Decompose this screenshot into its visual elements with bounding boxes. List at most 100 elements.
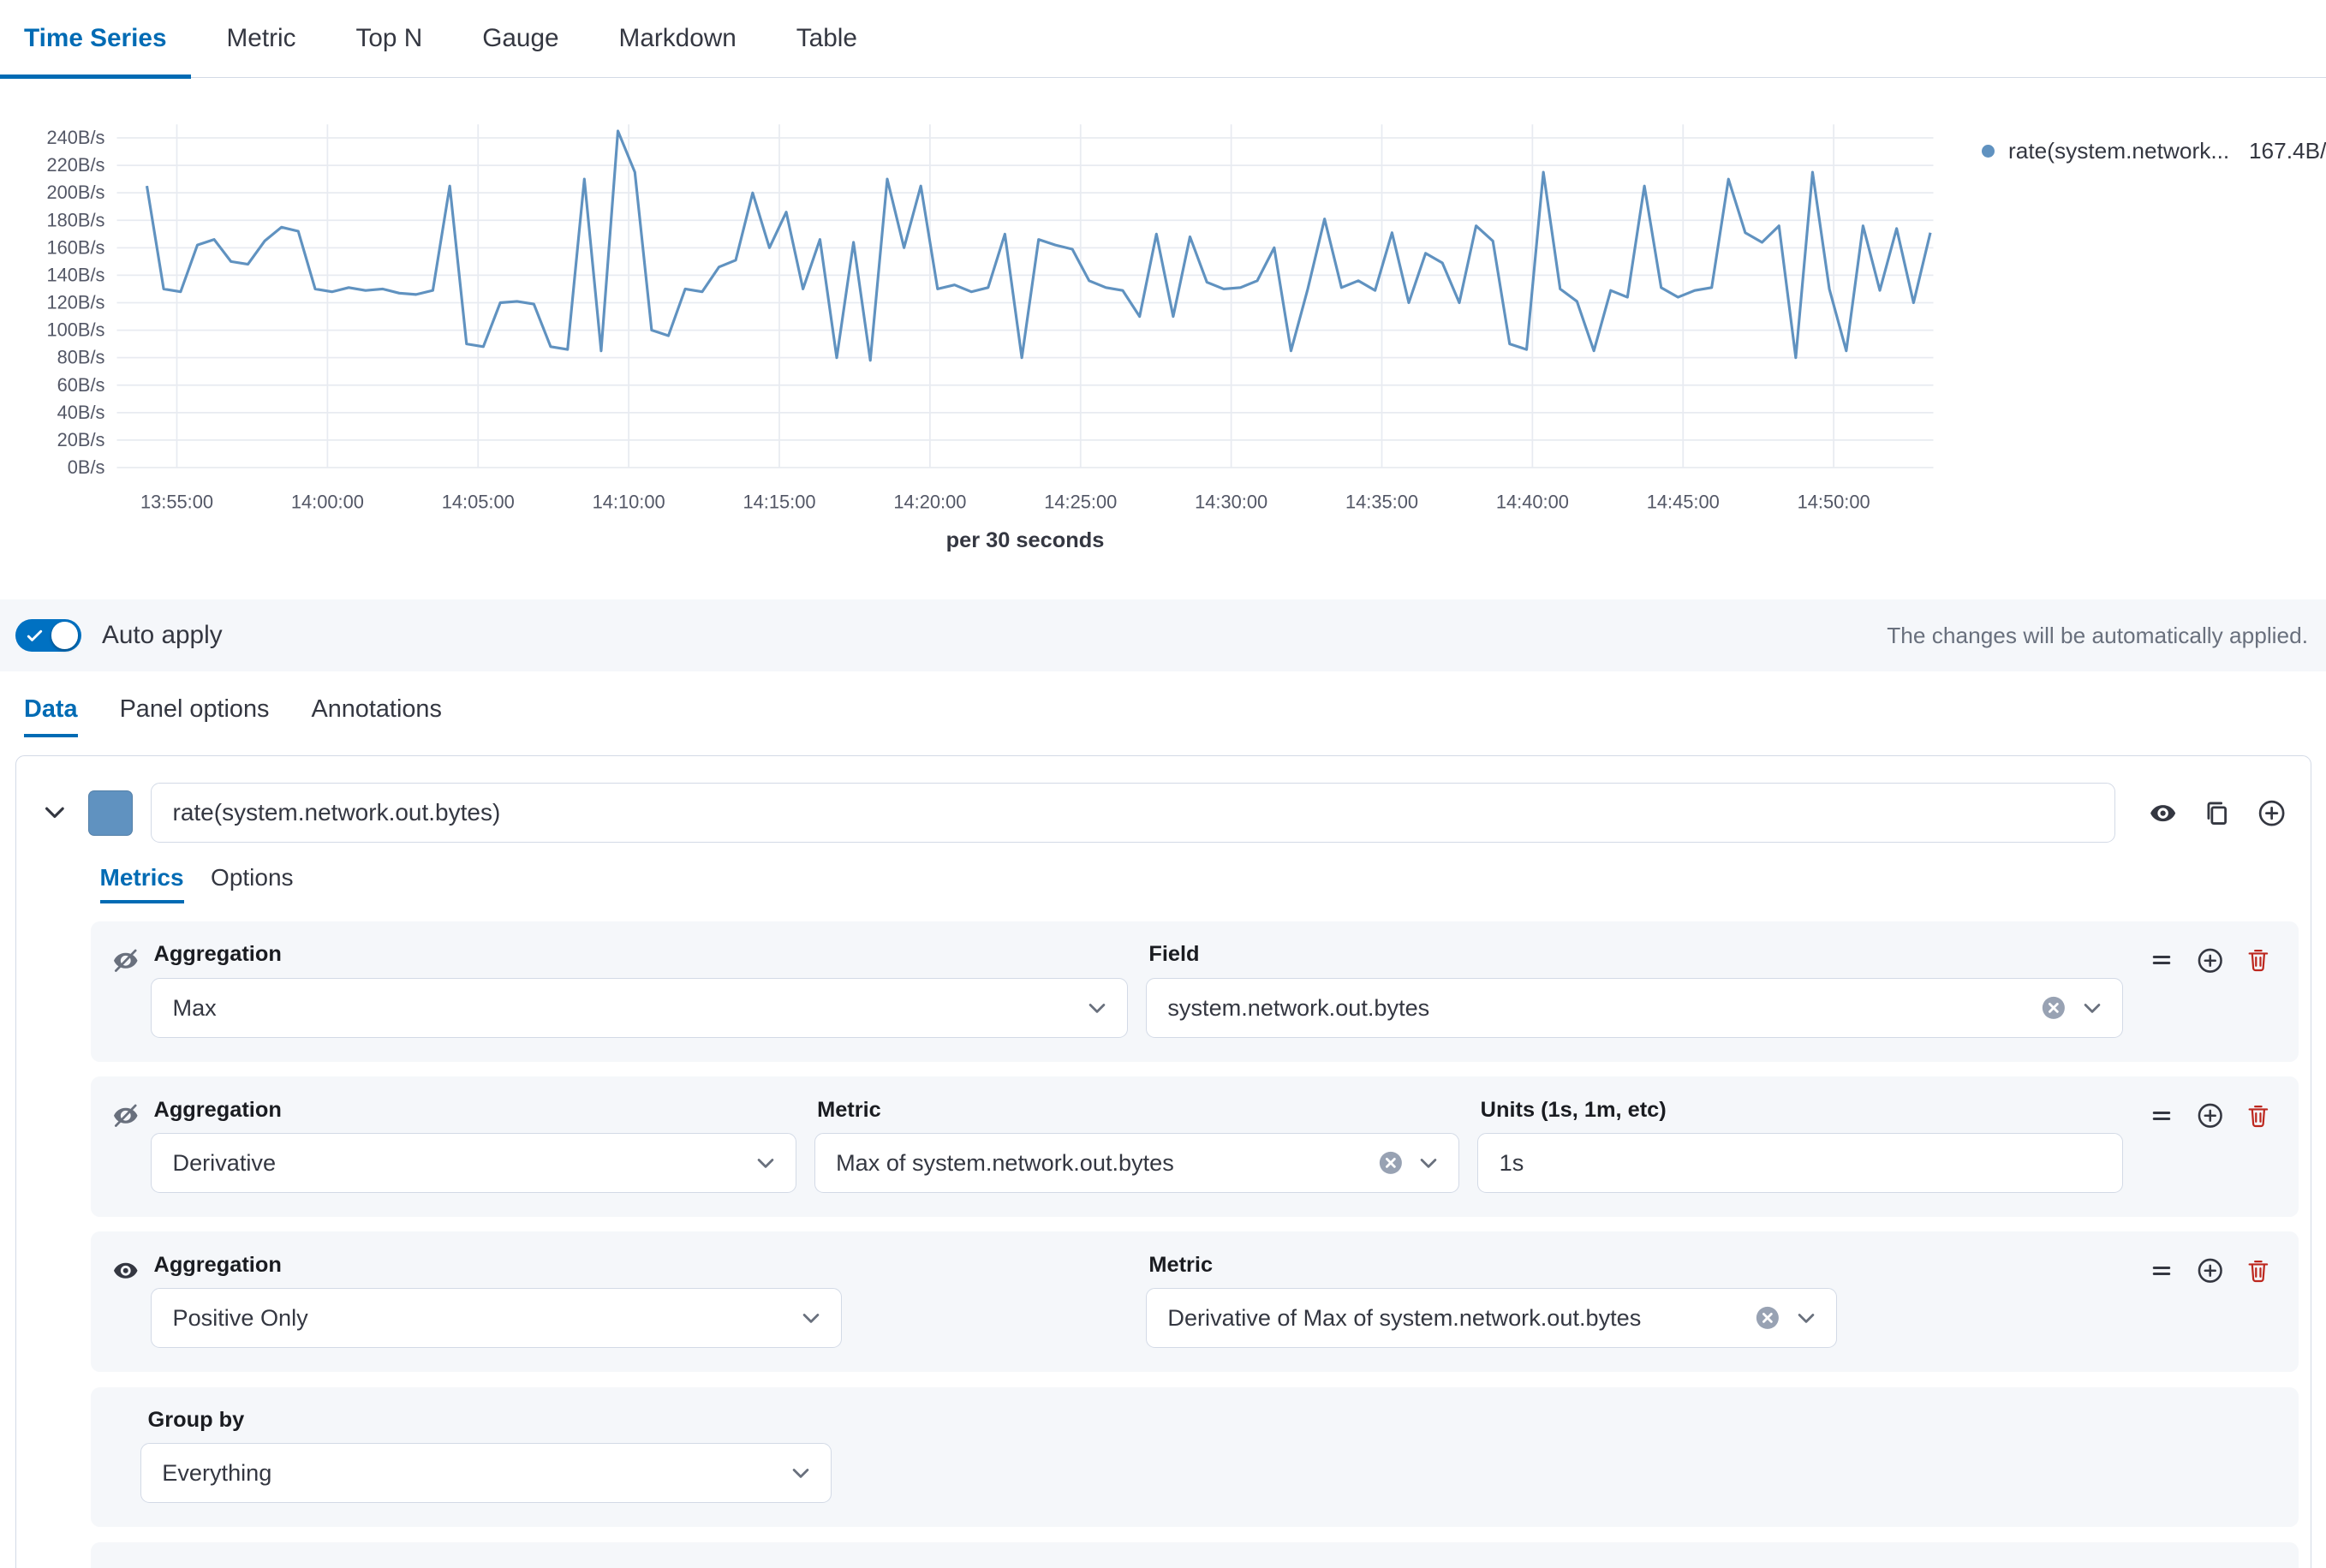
tab-top-n[interactable]: Top N <box>332 0 447 77</box>
eye-slash-icon <box>112 1102 140 1193</box>
series-header-actions <box>2149 799 2287 827</box>
metric-combobox-value: Max of system.network.out.bytes <box>836 1149 1364 1177</box>
metric-combobox-value: Derivative of Max of system.network.out.… <box>1167 1304 1741 1332</box>
delete-metric-button[interactable] <box>2245 947 2271 975</box>
plus-circle-icon <box>2197 1257 2224 1285</box>
y-axis-label: 40B/s <box>57 402 105 423</box>
tab-annotations[interactable]: Annotations <box>311 695 441 737</box>
metric-combobox[interactable]: Max of system.network.out.bytes <box>814 1133 1460 1193</box>
aggregation-label: Aggregation <box>154 942 1128 967</box>
y-axis-label: 220B/s <box>46 154 104 176</box>
field-combobox-value: system.network.out.bytes <box>1167 994 2027 1022</box>
tab-markdown[interactable]: Markdown <box>595 0 760 77</box>
delete-metric-button[interactable] <box>2245 1257 2271 1285</box>
clone-series-button[interactable] <box>2204 799 2231 827</box>
field-label: Field <box>1148 942 2122 967</box>
series-label-input[interactable] <box>151 783 2115 843</box>
x-axis-label: 14:15:00 <box>743 491 815 512</box>
row-actions <box>2150 947 2271 975</box>
aggregation-field: Aggregation Positive Only <box>151 1253 1128 1348</box>
units-input[interactable] <box>1477 1133 2123 1193</box>
plus-circle-icon <box>2257 799 2286 827</box>
add-series-button[interactable] <box>2257 799 2286 827</box>
group-by-row: Group by Everything <box>91 1387 2299 1528</box>
tab-data[interactable]: Data <box>24 695 78 737</box>
aggregation-select[interactable]: Positive Only <box>151 1288 842 1348</box>
x-axis-label: 14:45:00 <box>1647 491 1720 512</box>
series-panel: Metrics Options Aggregation Max <box>15 755 2311 1568</box>
plus-circle-icon <box>2197 1102 2224 1130</box>
tab-table[interactable]: Table <box>772 0 881 77</box>
chevron-down-icon <box>1794 1306 1818 1330</box>
tab-metric[interactable]: Metric <box>203 0 320 77</box>
add-metric-button[interactable] <box>2197 1102 2224 1130</box>
copy-icon <box>2204 800 2231 827</box>
interval-label: per 30 seconds <box>946 528 1105 552</box>
x-axis-label: 14:30:00 <box>1195 491 1267 512</box>
chevron-down-icon <box>799 1306 823 1330</box>
metric-label: Metric <box>1148 1253 2122 1278</box>
row-actions <box>2150 1102 2271 1130</box>
drag-handle-icon[interactable] <box>2150 1102 2174 1130</box>
tsvb-editor: Time Series Metric Top N Gauge Markdown … <box>0 0 2326 1568</box>
aggregation-select-value: Derivative <box>173 1149 740 1177</box>
eye-icon <box>2149 799 2177 827</box>
x-axis-label: 14:10:00 <box>593 491 665 512</box>
drag-handle-icon[interactable] <box>2150 947 2174 975</box>
field-combobox[interactable]: system.network.out.bytes <box>1146 978 2123 1038</box>
aggregation-field: Aggregation Max <box>151 942 1128 1037</box>
aggregation-row-1: Aggregation Max Field system.network.out… <box>91 921 2299 1062</box>
clear-icon[interactable] <box>1378 1150 1404 1176</box>
tab-metrics[interactable]: Metrics <box>100 864 184 903</box>
chevron-down-icon <box>42 800 68 826</box>
series-color-swatch[interactable] <box>88 790 134 836</box>
delete-metric-button[interactable] <box>2245 1102 2271 1130</box>
visualization-type-tabs: Time Series Metric Top N Gauge Markdown … <box>0 0 2326 78</box>
time-series-chart: 0B/s20B/s40B/s60B/s80B/s100B/s120B/s140B… <box>0 78 1964 575</box>
tab-panel-options[interactable]: Panel options <box>120 695 270 737</box>
y-axis-label: 240B/s <box>46 127 104 148</box>
auto-apply-help-text: The changes will be automatically applie… <box>1887 623 2308 649</box>
eye-slash-icon <box>112 947 140 1038</box>
x-axis-label: 14:40:00 <box>1496 491 1569 512</box>
tab-time-series[interactable]: Time Series <box>0 0 191 77</box>
x-axis-label: 14:50:00 <box>1798 491 1870 512</box>
aggregation-select[interactable]: Max <box>151 978 1128 1038</box>
toggle-series-visibility-button[interactable] <box>2149 799 2177 827</box>
auto-apply-label: Auto apply <box>102 621 223 650</box>
clear-icon[interactable] <box>2041 995 2067 1021</box>
y-axis-label: 0B/s <box>68 456 105 478</box>
chart-legend[interactable]: rate(system.network... 167.4B/s <box>1982 138 2326 164</box>
legend-label: rate(system.network... <box>2008 138 2229 164</box>
group-by-label: Group by <box>148 1408 2275 1433</box>
y-axis-label: 200B/s <box>46 182 104 203</box>
aggregation-row-2: Aggregation Derivative Metric Max of sys… <box>91 1076 2299 1217</box>
collapse-series-button[interactable] <box>40 800 70 826</box>
series-sub-tabs: Metrics Options <box>100 864 2299 903</box>
drag-handle-icon[interactable] <box>2150 1257 2174 1285</box>
tab-options[interactable]: Options <box>211 864 294 903</box>
add-metric-button[interactable] <box>2197 1257 2224 1285</box>
add-metric-button[interactable] <box>2197 947 2224 975</box>
group-by-select[interactable]: Everything <box>140 1443 832 1503</box>
plus-circle-icon <box>2197 947 2224 975</box>
chevron-down-icon <box>754 1151 778 1175</box>
y-axis-label: 100B/s <box>46 319 104 341</box>
series-body: Metrics Options Aggregation Max <box>91 864 2299 1568</box>
metric-field: Metric Derivative of Max of system.netwo… <box>1146 1253 2123 1348</box>
series-header <box>16 756 2311 864</box>
y-axis-label: 20B/s <box>57 429 105 450</box>
units-field: Units (1s, 1m, etc) <box>1477 1098 2123 1193</box>
chevron-down-icon <box>1085 996 1109 1020</box>
auto-apply-bar: Auto apply The changes will be automatic… <box>0 599 2326 671</box>
row-actions <box>2150 1257 2271 1285</box>
aggregation-row-3: Aggregation Positive Only Metric Derivat… <box>91 1231 2299 1372</box>
y-axis-label: 120B/s <box>46 292 104 313</box>
y-axis-label: 60B/s <box>57 374 105 396</box>
auto-apply-toggle[interactable] <box>15 619 81 653</box>
legend-dot <box>1982 145 1995 158</box>
tab-gauge[interactable]: Gauge <box>458 0 582 77</box>
metric-combobox[interactable]: Derivative of Max of system.network.out.… <box>1146 1288 1837 1348</box>
aggregation-select[interactable]: Derivative <box>151 1133 796 1193</box>
clear-icon[interactable] <box>1755 1305 1780 1331</box>
